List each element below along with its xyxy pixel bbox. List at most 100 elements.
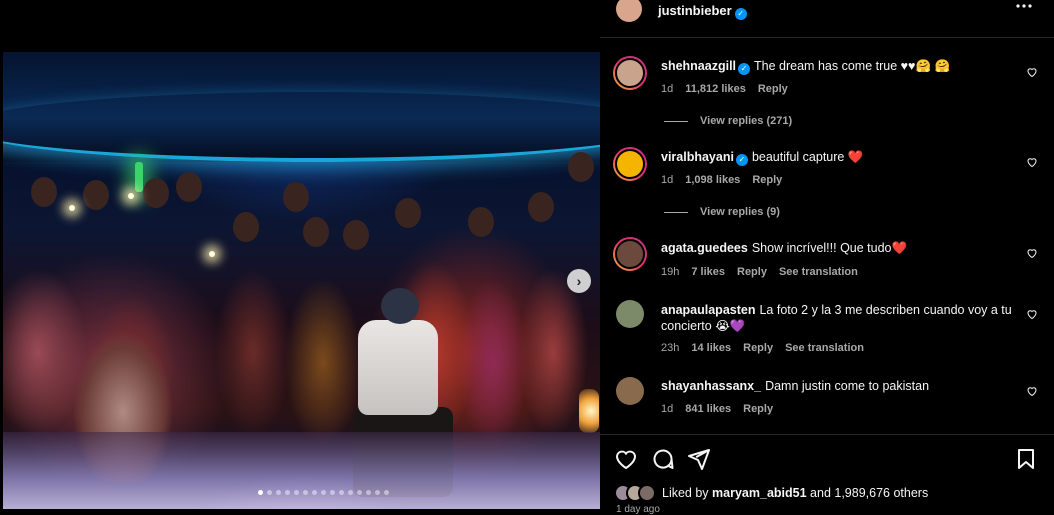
view-replies-label: View replies (9) xyxy=(700,206,780,218)
post-timestamp: 1 day ago xyxy=(616,504,660,515)
comment-likes[interactable]: 7 likes xyxy=(691,266,725,278)
carousel-dot xyxy=(276,490,281,495)
commenter-avatar[interactable] xyxy=(613,237,647,271)
comment-text: beautiful capture ❤️ xyxy=(751,150,864,164)
reply-button[interactable]: Reply xyxy=(758,83,788,95)
heart-icon[interactable] xyxy=(614,447,638,471)
ceiling-light-ring xyxy=(3,92,600,162)
commenter-username[interactable]: shayanhassanx_ xyxy=(661,379,761,393)
more-horizontal-icon[interactable] xyxy=(1016,3,1032,9)
send-icon[interactable] xyxy=(687,447,711,471)
commenter-username[interactable]: anapaulapasten xyxy=(661,303,755,317)
comment-body: shayanhassanx_ Damn justin come to pakist… xyxy=(661,378,1021,394)
carousel-dot xyxy=(357,490,362,495)
liked-by-user[interactable]: maryam_abid51 xyxy=(712,486,807,500)
see-translation-button[interactable]: See translation xyxy=(779,266,858,278)
stage-spotlight xyxy=(579,389,599,433)
comment-age: 1d xyxy=(661,403,674,415)
commenter-username[interactable]: viralbhayani xyxy=(661,150,734,164)
commenter-avatar[interactable] xyxy=(613,147,647,181)
comment-body: agata.guedees Show incrível!!! Que tudo❤️ xyxy=(661,240,1021,256)
comment-meta: 23h 14 likes Reply See translation xyxy=(661,342,864,354)
heart-icon[interactable] xyxy=(1026,385,1038,397)
comment-meta: 19h 7 likes Reply See translation xyxy=(661,266,858,278)
carousel-indicator xyxy=(258,490,389,495)
carousel-dot xyxy=(384,490,389,495)
verified-badge-icon: ✓ xyxy=(734,8,747,20)
carousel-dot xyxy=(366,490,371,495)
heart-icon[interactable] xyxy=(1026,66,1038,78)
verified-badge-icon: ✓ xyxy=(738,63,751,75)
view-replies-button[interactable]: View replies (271) xyxy=(664,115,792,127)
commenter-username[interactable]: shehnaazgill xyxy=(661,59,736,73)
comment-text: The dream has come true ♥♥🤗 🤗 xyxy=(754,59,951,73)
reply-button[interactable]: Reply xyxy=(743,403,773,415)
comment-meta: 1d 841 likes Reply xyxy=(661,403,773,415)
comment-body: anapaulapasten La foto 2 y la 3 me descri… xyxy=(661,302,1021,334)
comment-meta: 1d 1,098 likes Reply xyxy=(661,174,782,186)
carousel-dot xyxy=(321,490,326,495)
comment-body: viralbhayani ✓ beautiful capture ❤️ xyxy=(661,149,1021,166)
post-header: justinbieber ✓ xyxy=(600,0,1054,38)
carousel-dot xyxy=(294,490,299,495)
performer-head xyxy=(381,288,419,324)
comment-text: Damn justin come to pakistan xyxy=(765,379,930,393)
commenter-avatar[interactable] xyxy=(616,300,644,328)
chevron-right-icon: › xyxy=(576,273,582,289)
post-side-panel: justinbieber ✓ shehnaazgill ✓ The dream has… xyxy=(600,0,1054,515)
commenter-username[interactable]: agata.guedees xyxy=(661,241,748,255)
author-username[interactable]: justinbieber xyxy=(658,3,732,18)
carousel-dot xyxy=(375,490,380,495)
liker-avatar xyxy=(638,484,656,502)
commenter-avatar[interactable] xyxy=(613,56,647,90)
author-name[interactable]: justinbieber ✓ xyxy=(658,2,747,20)
carousel-dot xyxy=(312,490,317,495)
carousel-dot xyxy=(330,490,335,495)
author-avatar[interactable] xyxy=(616,0,642,22)
carousel-dot xyxy=(258,490,263,495)
carousel-dot xyxy=(348,490,353,495)
divider xyxy=(600,434,1054,435)
phone-flash xyxy=(69,205,75,211)
comment-age: 19h xyxy=(661,266,680,278)
see-translation-button[interactable]: See translation xyxy=(785,342,864,354)
stage-floor xyxy=(3,432,600,509)
comment-age: 1d xyxy=(661,83,674,95)
carousel-dot xyxy=(303,490,308,495)
reply-button[interactable]: Reply xyxy=(737,266,767,278)
heart-icon[interactable] xyxy=(1026,247,1038,259)
carousel-dot xyxy=(339,490,344,495)
comment-likes[interactable]: 11,812 likes xyxy=(685,83,746,95)
divider xyxy=(600,37,1054,38)
likes-suffix[interactable]: and 1,989,676 others xyxy=(810,486,928,500)
post-media[interactable] xyxy=(3,52,600,509)
comment-text: Show incrível!!! Que tudo❤️ xyxy=(751,241,908,255)
carousel-dot xyxy=(285,490,290,495)
heart-icon[interactable] xyxy=(1026,308,1038,320)
reply-button[interactable]: Reply xyxy=(743,342,773,354)
comment-likes[interactable]: 1,098 likes xyxy=(685,174,740,186)
carousel-dot xyxy=(267,490,272,495)
comment-age: 23h xyxy=(661,342,680,354)
bookmark-icon[interactable] xyxy=(1014,447,1038,471)
comment-body: shehnaazgill ✓ The dream has come true ♥♥🤗… xyxy=(661,58,1021,75)
green-stage-light xyxy=(135,162,143,192)
post-action-bar xyxy=(600,447,1054,475)
comment-likes[interactable]: 841 likes xyxy=(685,403,731,415)
commenter-avatar[interactable] xyxy=(616,377,644,405)
comment-likes[interactable]: 14 likes xyxy=(691,342,731,354)
comment-meta: 1d 11,812 likes Reply xyxy=(661,83,788,95)
comment-age: 1d xyxy=(661,174,674,186)
phone-flash xyxy=(128,193,134,199)
likes-summary: Liked by maryam_abid51 and 1,989,676 oth… xyxy=(614,484,928,502)
view-replies-button[interactable]: View replies (9) xyxy=(664,206,780,218)
reply-button[interactable]: Reply xyxy=(752,174,782,186)
comment-icon[interactable] xyxy=(651,447,675,471)
view-replies-label: View replies (271) xyxy=(700,115,793,127)
heart-icon[interactable] xyxy=(1026,156,1038,168)
performer xyxy=(358,320,438,415)
likes-prefix: Liked by xyxy=(662,486,709,500)
next-slide-button[interactable]: › xyxy=(567,269,591,293)
verified-badge-icon: ✓ xyxy=(735,154,748,166)
phone-flash xyxy=(209,251,215,257)
